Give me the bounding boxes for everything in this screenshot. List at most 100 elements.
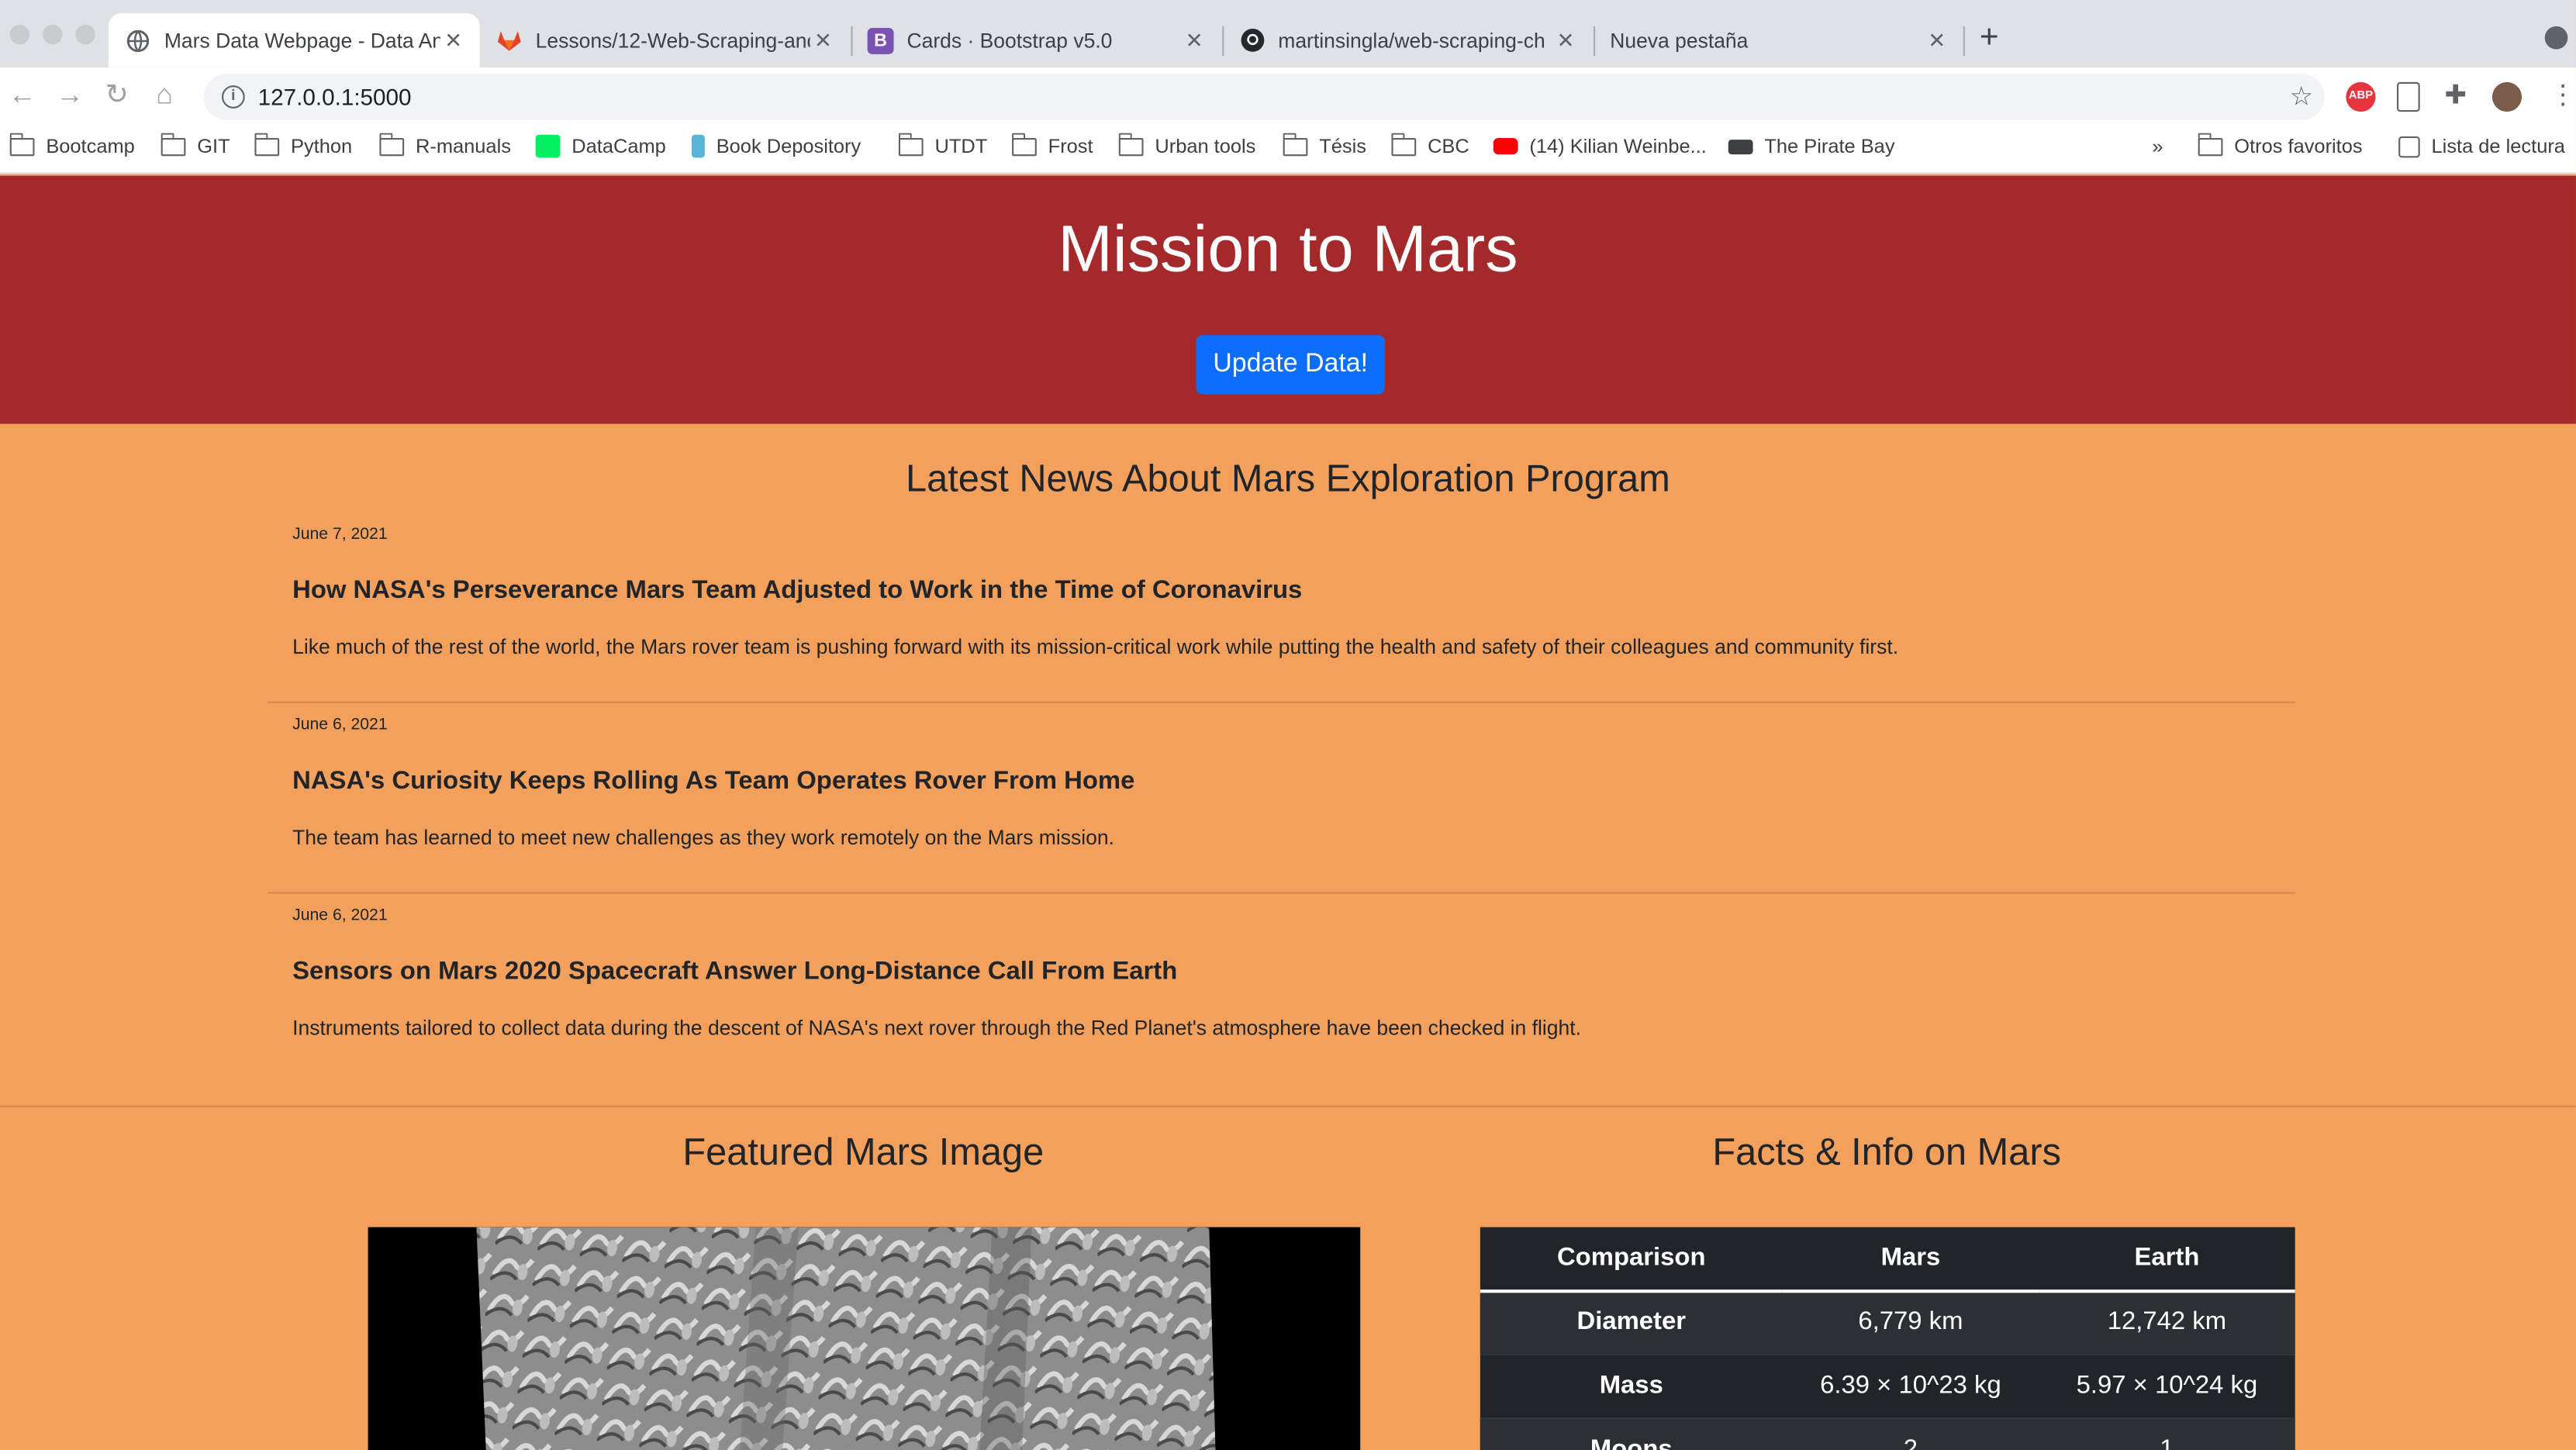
profile-avatar[interactable] (2491, 81, 2522, 112)
tab-mars-data[interactable]: Mars Data Webpage - Data An ✕ (108, 12, 480, 67)
page-title: Mission to Mars (1058, 213, 1518, 286)
mars-facts-table: Comparison Mars Earth Diameter 6,779 km … (1480, 1227, 2295, 1450)
page-header: Mission to Mars Update Data! (0, 175, 2576, 424)
table-cell: 5.97 × 10^24 kg (2039, 1353, 2295, 1418)
bookmark-utdt[interactable]: UTDT (897, 132, 988, 158)
bookmark-youtube[interactable]: (14) Kilian Weinbe... (1493, 134, 1707, 158)
folder-icon (1117, 132, 1144, 156)
article-date: June 6, 2021 (292, 716, 388, 735)
close-tab-icon[interactable]: ✕ (440, 27, 467, 54)
extensions-puzzle-icon[interactable]: ✚ (2444, 79, 2474, 110)
article-date: June 6, 2021 (292, 906, 388, 925)
bookmark-python[interactable]: Python (254, 132, 353, 158)
featured-mars-image[interactable] (368, 1227, 1361, 1450)
gitlab-icon (496, 27, 523, 54)
tab-bootstrap[interactable]: B Cards · Bootstrap v5.0 ✕ (851, 13, 1221, 67)
tab-label: Cards · Bootstrap v5.0 (906, 29, 1113, 52)
bookmark-label: Python (290, 134, 353, 158)
bookmark-urban-tools[interactable]: Urban tools (1117, 132, 1255, 157)
bookmark-pirate-bay[interactable]: The Pirate Bay (1728, 134, 1895, 158)
tab-strip: Mars Data Webpage - Data An ✕ Lessons/12… (0, 0, 2576, 67)
folder-icon (378, 132, 405, 156)
window-zoom-dot[interactable] (75, 24, 95, 45)
facts-heading: Facts & Info on Mars (1712, 1130, 2061, 1173)
featured-image-heading: Featured Mars Image (682, 1130, 1045, 1173)
bookmark-r-manuals[interactable]: R-manuals (378, 132, 511, 158)
bookmark-label: R-manuals (416, 134, 511, 158)
tab-label: Mars Data Webpage - Data An (164, 29, 440, 52)
back-arrow-icon[interactable]: ← (9, 79, 36, 112)
bookmark-git[interactable]: GIT (160, 132, 230, 157)
bookmark-tesis[interactable]: Tésis (1282, 132, 1366, 158)
reading-list[interactable]: Lista de lectura (2398, 134, 2565, 158)
bookmark-label: Frost (1048, 134, 1093, 158)
article-title[interactable]: Sensors on Mars 2020 Spacecraft Answer L… (292, 958, 1177, 987)
bookmark-datacamp[interactable]: DataCamp (535, 134, 666, 158)
article-title[interactable]: NASA's Curiosity Keeps Rolling As Team O… (292, 767, 1134, 796)
bookmark-label: Tésis (1319, 134, 1366, 158)
row-header: Mass (1480, 1353, 1783, 1418)
reading-list-label: Lista de lectura (2431, 134, 2565, 158)
bootstrap-icon: B (867, 26, 894, 54)
table-row: Diameter 6,779 km 12,742 km (1480, 1289, 2295, 1355)
bookmark-cbc[interactable]: CBC (1390, 132, 1469, 158)
folder-icon (1282, 132, 1308, 156)
article-teaser: Instruments tailored to collect data dur… (292, 1017, 1581, 1041)
close-tab-icon[interactable]: ✕ (1924, 27, 1950, 54)
globe-icon (125, 27, 151, 54)
bookmark-book-depository[interactable]: Book Depository (691, 134, 862, 158)
article-teaser: Like much of the rest of the world, the … (292, 635, 1899, 659)
bookmark-frost[interactable]: Frost (1010, 132, 1093, 158)
forward-arrow-icon[interactable]: → (56, 79, 84, 112)
github-icon (1238, 27, 1265, 54)
bookmark-label: Book Depository (716, 134, 862, 158)
document-extension-icon[interactable] (2397, 81, 2420, 112)
bookmark-star-icon[interactable]: ☆ (2290, 81, 2313, 113)
mars-surface-graphic (476, 1227, 1216, 1450)
article-title[interactable]: How NASA's Perseverance Mars Team Adjust… (292, 577, 1302, 606)
bookmark-label: UTDT (934, 134, 988, 158)
article-teaser: The team has learned to meet new challen… (292, 826, 1114, 850)
tab-lessons[interactable]: Lessons/12-Web-Scraping-and ✕ (480, 13, 850, 67)
bookmark-other-favorites[interactable]: Otros favoritos (2197, 132, 2363, 157)
bookmark-label: The Pirate Bay (1764, 134, 1895, 158)
tab-search-icon[interactable] (2544, 26, 2568, 50)
tab-new[interactable]: Nueva pestaña ✕ (1594, 13, 1963, 67)
youtube-icon (1493, 137, 1518, 155)
bookmark-bootcamp[interactable]: Bootcamp (9, 132, 135, 158)
pirate-ship-icon (1728, 139, 1753, 154)
news-section: Latest News About Mars Exploration Progr… (0, 424, 2576, 1107)
address-bar[interactable]: i 127.0.0.1:5000 ☆ (203, 74, 2325, 120)
column-header: Comparison (1480, 1227, 1783, 1293)
folder-icon (254, 132, 280, 156)
article-date: June 7, 2021 (292, 525, 388, 544)
row-header: Diameter (1480, 1289, 1783, 1355)
bookmark-label: CBC (1428, 134, 1469, 158)
news-heading: Latest News About Mars Exploration Progr… (906, 456, 1670, 500)
close-tab-icon[interactable]: ✕ (1552, 27, 1579, 54)
folder-icon (897, 132, 924, 156)
table-row: Mass 6.39 × 10^23 kg 5.97 × 10^24 kg (1480, 1353, 2295, 1418)
close-tab-icon[interactable]: ✕ (1181, 27, 1207, 54)
new-tab-plus-icon[interactable]: + (1980, 19, 1999, 57)
datacamp-icon (535, 134, 561, 158)
adblock-plus-icon[interactable]: ABP (2346, 81, 2376, 112)
tab-label: Lessons/12-Web-Scraping-and (535, 29, 810, 52)
reading-list-icon (2398, 135, 2420, 157)
bookmark-label: (14) Kilian Weinbe... (1529, 134, 1707, 158)
column-header: Mars (1782, 1227, 2039, 1293)
article-divider (268, 892, 2295, 894)
update-data-button[interactable]: Update Data! (1196, 335, 1385, 395)
bookmarks-overflow-chevron[interactable]: » (2152, 135, 2163, 158)
close-tab-icon[interactable]: ✕ (810, 27, 836, 54)
tab-github[interactable]: martinsingla/web-scraping-ch ✕ (1222, 13, 1592, 67)
window-close-dot[interactable] (9, 24, 30, 45)
browser-menu-icon[interactable]: ⋮ (2550, 79, 2576, 110)
bookmark-label: Bootcamp (46, 134, 135, 158)
site-info-icon[interactable]: i (222, 85, 245, 109)
window-minimize-dot[interactable] (43, 24, 63, 45)
overflow-label: » (2152, 134, 2163, 158)
reload-icon[interactable]: ↻ (105, 79, 129, 112)
home-icon[interactable]: ⌂ (156, 79, 173, 112)
tab-label: martinsingla/web-scraping-ch (1278, 29, 1545, 52)
